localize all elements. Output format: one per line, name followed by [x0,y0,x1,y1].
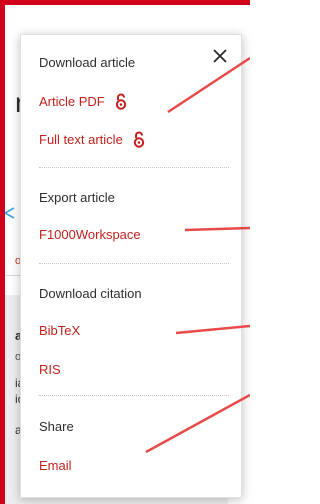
download-citation-title: Download citation [39,286,142,301]
article-pdf-link[interactable]: Article PDF [39,93,127,110]
section-divider [39,395,229,396]
ris-label: RIS [39,362,61,377]
open-access-lock-icon [115,93,126,110]
full-text-article-link[interactable]: Full text article [39,131,145,148]
section-divider [39,263,229,264]
article-pdf-label: Article PDF [39,94,105,109]
email-share-label: Email [39,458,72,473]
full-text-article-label: Full text article [39,132,123,147]
section-divider [39,167,229,168]
download-article-title: Download article [39,55,136,70]
f1000workspace-link[interactable]: F1000Workspace [39,227,141,242]
ris-link[interactable]: RIS [39,362,61,377]
open-access-lock-icon [133,131,145,148]
download-share-popup: Download article Article PDF Full text a… [20,34,242,498]
f1000workspace-label: F1000Workspace [39,227,141,242]
bibtex-link[interactable]: BibTeX [39,323,80,338]
email-share-link[interactable]: Email [39,458,72,473]
close-icon[interactable] [209,45,231,67]
share-title: Share [39,419,74,434]
bibtex-label: BibTeX [39,323,81,338]
export-article-title: Export article [39,190,115,205]
